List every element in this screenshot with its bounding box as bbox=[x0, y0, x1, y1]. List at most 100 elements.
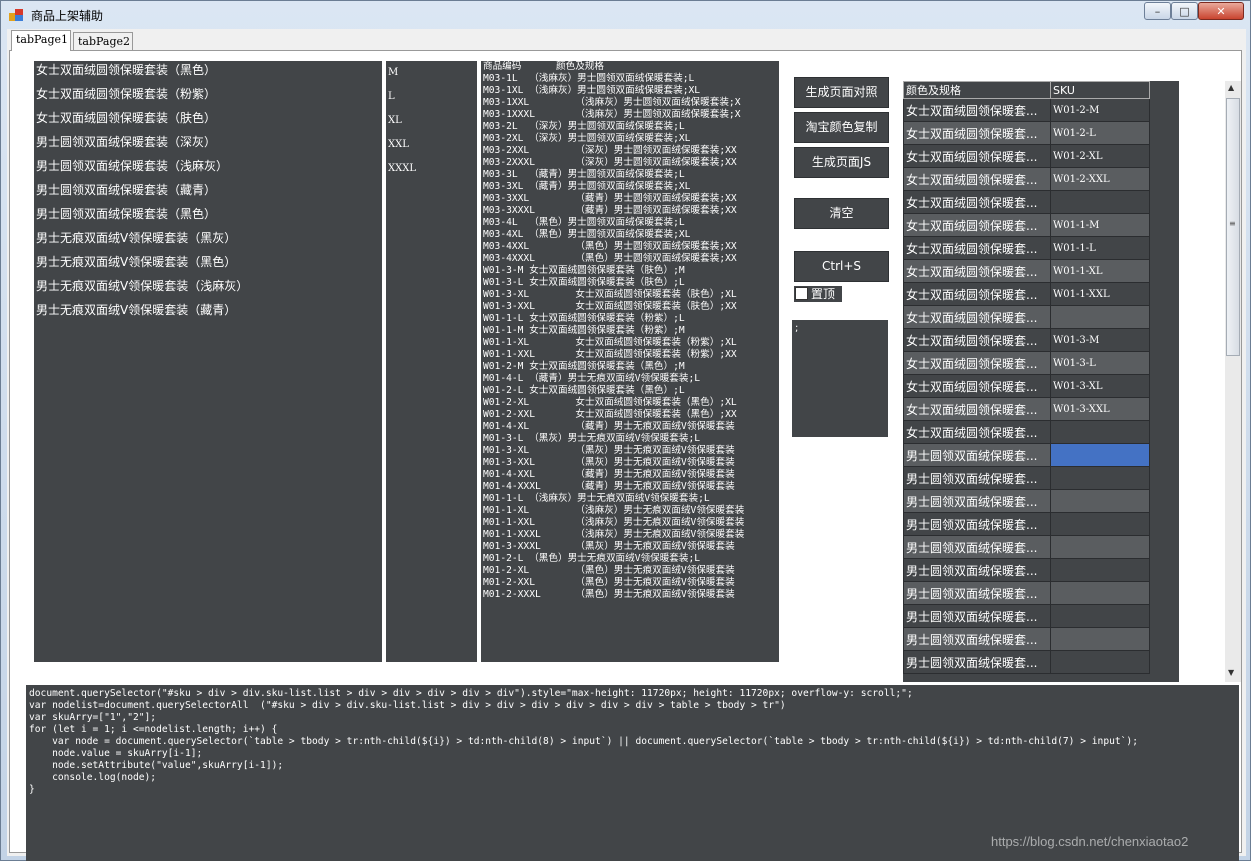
product-list-item[interactable]: 女士双面绒圆领保暖套装（肤色） bbox=[34, 109, 382, 133]
sku-code-list-item[interactable]: M03-4XXXL （黑色）男士圆领双面绒保暖套装;XX bbox=[481, 253, 779, 265]
grid-row[interactable]: 女士双面绒圆领保暖套... W01-1-XXL bbox=[903, 282, 1150, 306]
grid-cell-name[interactable]: 男士圆领双面绒保暖套... bbox=[903, 535, 1051, 559]
sku-code-list-item[interactable]: M01-1-XXL （浅麻灰）男士无痕双面绒V领保暖套装 bbox=[481, 517, 779, 529]
minimize-button[interactable]: – bbox=[1144, 2, 1171, 20]
grid-cell-name[interactable]: 男士圆领双面绒保暖套... bbox=[903, 512, 1051, 536]
grid-cell-sku[interactable] bbox=[1050, 581, 1150, 605]
size-list-item[interactable]: M bbox=[386, 65, 477, 89]
product-list-item[interactable]: 女士双面绒圆领保暖套装（黑色） bbox=[34, 61, 382, 85]
grid-cell-sku[interactable] bbox=[1050, 604, 1150, 628]
grid-cell-name[interactable]: 女士双面绒圆领保暖套... bbox=[903, 259, 1051, 283]
grid-row[interactable]: 男士圆领双面绒保暖套... bbox=[903, 581, 1150, 605]
grid-row[interactable]: 男士圆领双面绒保暖套... bbox=[903, 558, 1150, 582]
sku-code-list-item[interactable]: W01-3-L 女士双面绒圆领保暖套装（肤色）;L bbox=[481, 277, 779, 289]
grid-cell-name[interactable]: 女士双面绒圆领保暖套... bbox=[903, 397, 1051, 421]
grid-cell-name[interactable]: 女士双面绒圆领保暖套... bbox=[903, 236, 1051, 260]
product-list-item[interactable]: 女士双面绒圆领保暖套装（粉紫） bbox=[34, 85, 382, 109]
sku-code-list-item[interactable]: M03-1XXL （浅麻灰）男士圆领双面绒保暖套装;X bbox=[481, 97, 779, 109]
grid-row[interactable]: 男士圆领双面绒保暖套... bbox=[903, 466, 1150, 490]
grid-row[interactable]: 女士双面绒圆领保暖套... W01-1-L bbox=[903, 236, 1150, 260]
grid-cell-name[interactable]: 女士双面绒圆领保暖套... bbox=[903, 282, 1051, 306]
sku-code-list-item[interactable]: M01-2-L （黑色）男士无痕双面绒V领保暖套装;L bbox=[481, 553, 779, 565]
sku-code-list-item[interactable]: M01-4-XXL （藏青）男士无痕双面绒V领保暖套装 bbox=[481, 469, 779, 481]
grid-cell-sku[interactable] bbox=[1050, 489, 1150, 513]
grid-row[interactable]: 男士圆领双面绒保暖套... bbox=[903, 627, 1150, 651]
grid-cell-name[interactable]: 男士圆领双面绒保暖套... bbox=[903, 650, 1051, 674]
grid-cell-sku[interactable]: W01-1-L bbox=[1050, 236, 1150, 260]
grid-cell-sku[interactable]: W01-3-XL bbox=[1050, 374, 1150, 398]
sku-code-list-item[interactable]: M03-2XL （深灰）男士圆领双面绒保暖套装;XL bbox=[481, 133, 779, 145]
size-list-item[interactable]: XXL bbox=[386, 137, 477, 161]
grid-row[interactable]: 女士双面绒圆领保暖套... W01-2-L bbox=[903, 121, 1150, 145]
grid-row[interactable]: 女士双面绒圆领保暖套... W01-3-L bbox=[903, 351, 1150, 375]
grid-cell-name[interactable]: 女士双面绒圆领保暖套... bbox=[903, 420, 1051, 444]
product-list-item[interactable]: 男士无痕双面绒V领保暖套装（黑色） bbox=[34, 253, 382, 277]
grid-header-sku[interactable]: SKU bbox=[1050, 81, 1150, 99]
sku-code-list-item[interactable]: M01-3-L （黑灰）男士无痕双面绒V领保暖套装;L bbox=[481, 433, 779, 445]
grid-cell-name[interactable]: 女士双面绒圆领保暖套... bbox=[903, 98, 1051, 122]
grid-scrollbar[interactable]: ▲ ≡ ▼ bbox=[1225, 81, 1241, 682]
sku-code-list-item[interactable]: M03-4XL （黑色）男士圆领双面绒保暖套装;XL bbox=[481, 229, 779, 241]
grid-row[interactable]: 女士双面绒圆领保暖套... bbox=[903, 305, 1150, 329]
grid-row[interactable]: 女士双面绒圆领保暖套... W01-3-XXL bbox=[903, 397, 1150, 421]
sku-code-list-item[interactable]: M03-2L （深灰）男士圆领双面绒保暖套装;L bbox=[481, 121, 779, 133]
grid-cell-sku[interactable] bbox=[1050, 650, 1150, 674]
grid-cell-name[interactable]: 女士双面绒圆领保暖套... bbox=[903, 190, 1051, 214]
grid-cell-sku[interactable]: W01-2-L bbox=[1050, 121, 1150, 145]
sku-code-list-item[interactable]: M01-3-XXL （黑灰）男士无痕双面绒V领保暖套装 bbox=[481, 457, 779, 469]
sku-code-list-item[interactable]: M01-1-XXXL （浅麻灰）男士无痕双面绒V领保暖套装 bbox=[481, 529, 779, 541]
grid-cell-name[interactable]: 女士双面绒圆领保暖套... bbox=[903, 305, 1051, 329]
grid-cell-sku[interactable]: W01-3-XXL bbox=[1050, 397, 1150, 421]
grid-cell-sku[interactable] bbox=[1050, 190, 1150, 214]
sku-code-list-item[interactable]: W01-1-L 女士双面绒圆领保暖套装（粉紫）;L bbox=[481, 313, 779, 325]
sku-code-list-item[interactable]: M03-3XXL （藏青）男士圆领双面绒保暖套装;XX bbox=[481, 193, 779, 205]
sku-code-list-item[interactable]: M03-2XXL （深灰）男士圆领双面绒保暖套装;XX bbox=[481, 145, 779, 157]
grid-cell-name[interactable]: 男士圆领双面绒保暖套... bbox=[903, 489, 1051, 513]
grid-cell-name[interactable]: 女士双面绒圆领保暖套... bbox=[903, 121, 1051, 145]
sku-code-list-item[interactable]: M03-3XXXL （藏青）男士圆领双面绒保暖套装;XX bbox=[481, 205, 779, 217]
sku-code-list[interactable]: 商品编码 颜色及规格 M03-1L （浅麻灰）男士圆领双面绒保暖套装;L M03-… bbox=[481, 61, 779, 662]
sku-code-list-item[interactable]: M01-4-L （藏青）男士无痕双面绒V领保暖套装;L bbox=[481, 373, 779, 385]
sku-code-list-item[interactable]: W01-3-M 女士双面绒圆领保暖套装（肤色）;M bbox=[481, 265, 779, 277]
grid-row[interactable]: 女士双面绒圆领保暖套... W01-2-XXL bbox=[903, 167, 1150, 191]
sku-code-list-item[interactable]: M03-2XXXL （深灰）男士圆领双面绒保暖套装;XX bbox=[481, 157, 779, 169]
sku-code-list-item[interactable]: M01-3-XXXL （黑灰）男士无痕双面绒V领保暖套装 bbox=[481, 541, 779, 553]
grid-cell-sku[interactable]: W01-1-M bbox=[1050, 213, 1150, 237]
sku-code-list-item[interactable]: M01-1-XL （浅麻灰）男士无痕双面绒V领保暖套装 bbox=[481, 505, 779, 517]
grid-cell-name[interactable]: 女士双面绒圆领保暖套... bbox=[903, 328, 1051, 352]
close-button[interactable]: ✕ bbox=[1198, 2, 1244, 20]
grid-cell-sku[interactable]: W01-1-XXL bbox=[1050, 282, 1150, 306]
sku-code-list-item[interactable]: M01-4-XL （藏青）男士无痕双面绒V领保暖套装 bbox=[481, 421, 779, 433]
grid-row[interactable]: 男士圆领双面绒保暖套... bbox=[903, 535, 1150, 559]
sku-code-list-item[interactable]: W01-1-XL 女士双面绒圆领保暖套装（粉紫）;XL bbox=[481, 337, 779, 349]
grid-row[interactable]: 女士双面绒圆领保暖套... W01-1-M bbox=[903, 213, 1150, 237]
generate-page-js-button[interactable]: 生成页面JS bbox=[794, 147, 889, 178]
grid-row[interactable]: 女士双面绒圆领保暖套... W01-2-XL bbox=[903, 144, 1150, 168]
product-list-item[interactable]: 男士无痕双面绒V领保暖套装（藏青） bbox=[34, 301, 382, 325]
grid-cell-name[interactable]: 男士圆领双面绒保暖套... bbox=[903, 443, 1051, 467]
sku-code-list-item[interactable]: W01-2-XXL 女士双面绒圆领保暖套装（黑色）;XX bbox=[481, 409, 779, 421]
grid-header-name[interactable]: 颜色及规格 bbox=[903, 81, 1051, 99]
grid-cell-name[interactable]: 男士圆领双面绒保暖套... bbox=[903, 466, 1051, 490]
sku-grid[interactable]: 颜色及规格 SKU 女士双面绒圆领保暖套... W01-2-M 女士双面绒圆领保暖套… bbox=[903, 81, 1179, 682]
size-list[interactable]: M L XL XXL XXXL bbox=[386, 61, 477, 662]
grid-cell-sku[interactable]: W01-1-XL bbox=[1050, 259, 1150, 283]
sku-code-list-item[interactable]: M03-1L （浅麻灰）男士圆领双面绒保暖套装;L bbox=[481, 73, 779, 85]
grid-cell-name[interactable]: 男士圆领双面绒保暖套... bbox=[903, 627, 1051, 651]
size-list-item[interactable]: XXXL bbox=[386, 161, 477, 185]
pin-checkbox-box[interactable] bbox=[795, 287, 808, 300]
grid-row[interactable]: 女士双面绒圆领保暖套... W01-1-XL bbox=[903, 259, 1150, 283]
grid-cell-name[interactable]: 女士双面绒圆领保暖套... bbox=[903, 213, 1051, 237]
grid-row[interactable]: 女士双面绒圆领保暖套... W01-3-M bbox=[903, 328, 1150, 352]
grid-cell-name[interactable]: 女士双面绒圆领保暖套... bbox=[903, 351, 1051, 375]
grid-cell-sku[interactable] bbox=[1050, 512, 1150, 536]
scroll-up-icon[interactable]: ▲ bbox=[1228, 83, 1234, 92]
sku-code-list-item[interactable]: M01-1-L （浅麻灰）男士无痕双面绒V领保暖套装;L bbox=[481, 493, 779, 505]
grid-cell-sku[interactable] bbox=[1050, 466, 1150, 490]
sku-code-list-item[interactable]: M01-2-XL （黑色）男士无痕双面绒V领保暖套装 bbox=[481, 565, 779, 577]
sku-code-list-item[interactable]: M01-2-XXXL （黑色）男士无痕双面绒V领保暖套装 bbox=[481, 589, 779, 601]
sku-code-list-item[interactable]: M03-4L （黑色）男士圆领双面绒保暖套装;L bbox=[481, 217, 779, 229]
ctrl-s-button[interactable]: Ctrl+S bbox=[794, 251, 889, 282]
grid-cell-sku[interactable]: W01-3-M bbox=[1050, 328, 1150, 352]
pin-checkbox[interactable]: 置顶 bbox=[794, 286, 842, 302]
